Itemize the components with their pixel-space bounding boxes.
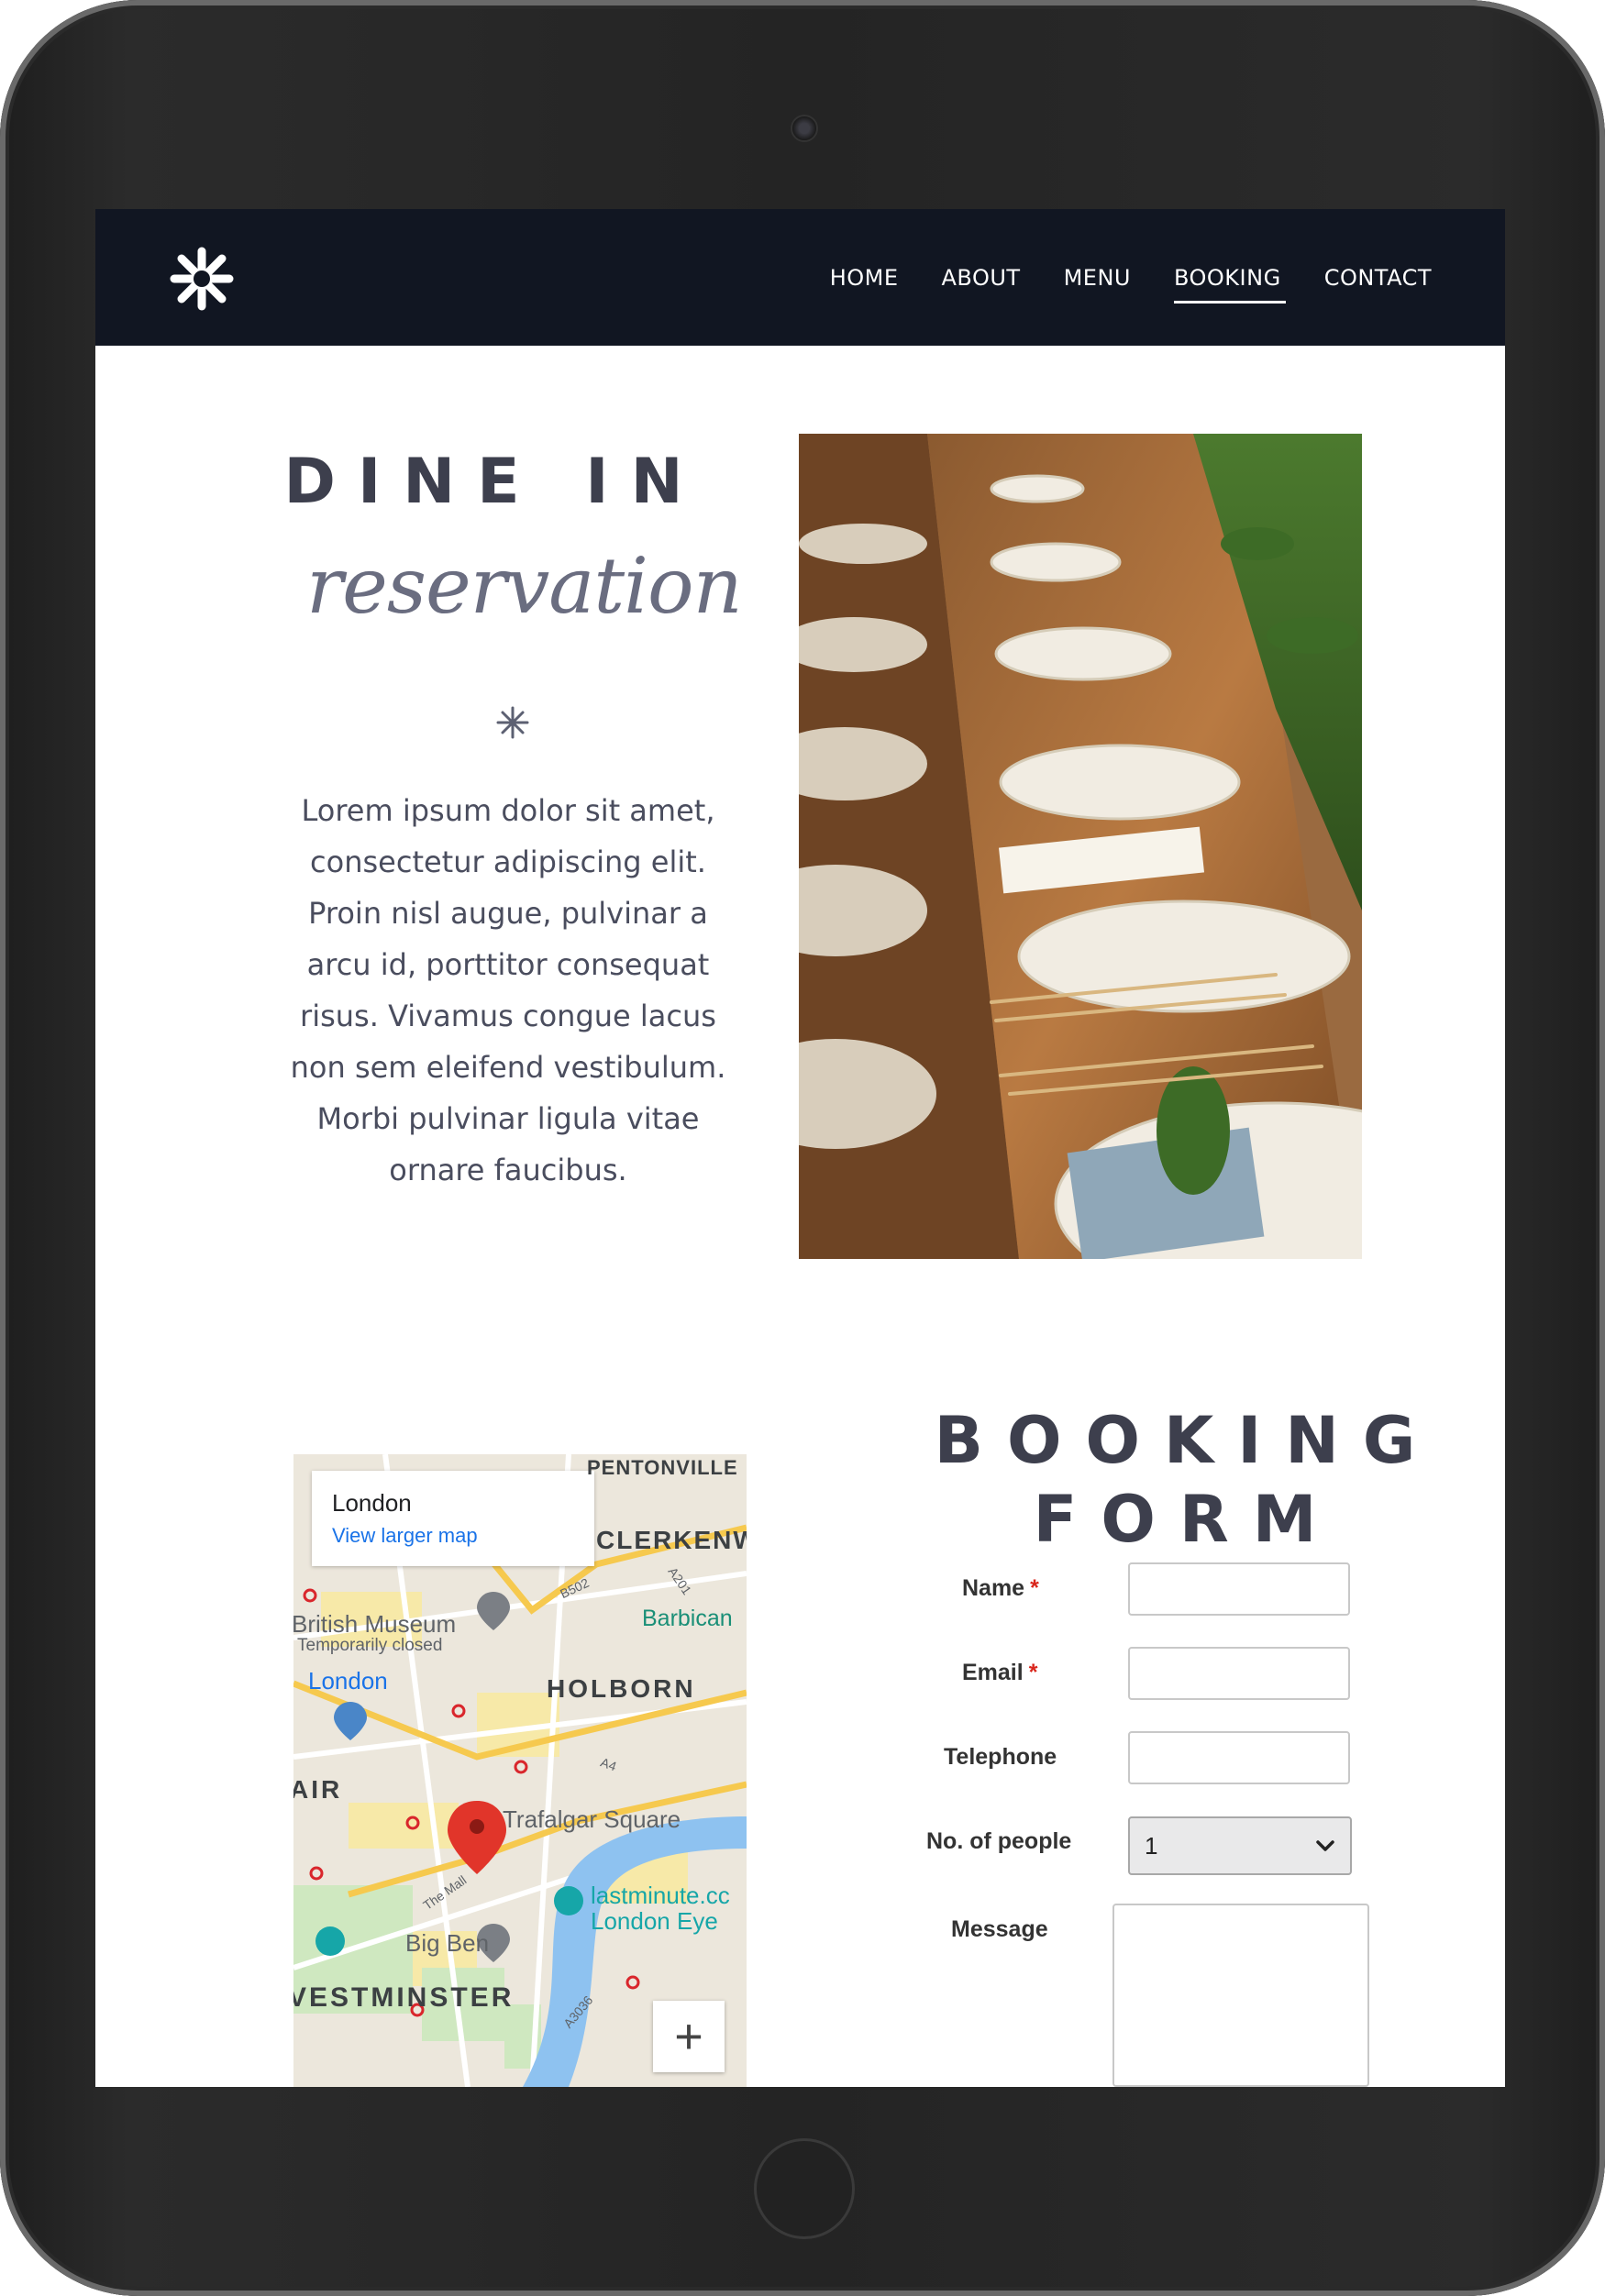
map-label-temporarily-closed: Temporarily closed (297, 1636, 443, 1655)
view-larger-map-link[interactable]: View larger map (332, 1524, 478, 1548)
map-label-london-eye: London Eye (591, 1907, 718, 1935)
home-button[interactable] (754, 2138, 855, 2239)
map-label-mayfair: AIR (293, 1775, 343, 1804)
chevron-down-icon (1316, 1840, 1334, 1851)
email-field[interactable] (1128, 1647, 1350, 1700)
people-select-value: 1 (1145, 1831, 1158, 1860)
screen: HOME ABOUT MENU BOOKING CONTACT DINE IN … (95, 209, 1505, 2087)
map-label-trafalgar-square: Trafalgar Square (503, 1805, 681, 1833)
site-header: HOME ABOUT MENU BOOKING CONTACT (95, 209, 1505, 346)
email-required-mark: * (1028, 1660, 1038, 1685)
reservation-subtitle: reservation (306, 541, 743, 631)
map-label-holborn: HOLBORN (547, 1674, 696, 1703)
map-label-clerkenwell: CLERKENW (596, 1526, 747, 1554)
intro-paragraph: Lorem ipsum dolor sit amet, consectetur … (290, 793, 726, 1187)
name-label: Name * (962, 1575, 1039, 1602)
name-label-text: Name (962, 1575, 1025, 1601)
nav-menu[interactable]: MENU (1064, 259, 1131, 296)
dining-table-photo (799, 434, 1362, 1259)
message-label: Message (951, 1916, 1048, 1942)
booking-title-line1: BOOKING (934, 1403, 1440, 1478)
booking-title-line2: FORM (1033, 1482, 1341, 1557)
telephone-label: Telephone (944, 1744, 1057, 1770)
map-zoom-in-button[interactable]: + (653, 2001, 725, 2072)
map-label-pentonville: PENTONVILLE (587, 1456, 738, 1479)
email-label-text: Email (962, 1660, 1024, 1685)
map-label-british-museum: British Museum (293, 1610, 457, 1638)
map-label-london: London (308, 1667, 388, 1694)
location-map[interactable]: London View larger map PENTONVILLE CLERK… (293, 1454, 747, 2087)
nav-about[interactable]: ABOUT (942, 259, 1021, 296)
map-city-name: London (332, 1489, 412, 1517)
map-label-barbican: Barbican (642, 1606, 733, 1631)
dine-in-title: DINE IN (283, 446, 705, 518)
name-field[interactable] (1128, 1562, 1350, 1616)
map-info-card: London View larger map (312, 1471, 594, 1566)
map-label-lastminute: lastminute.cc (591, 1882, 730, 1909)
message-field[interactable] (1112, 1904, 1369, 2087)
booking-form-title: BOOKING FORM (893, 1401, 1480, 1559)
telephone-field[interactable] (1128, 1731, 1350, 1784)
nav-booking[interactable]: BOOKING (1173, 259, 1286, 304)
email-label: Email * (962, 1660, 1037, 1686)
camera-icon (791, 115, 818, 142)
nav-contact[interactable]: CONTACT (1324, 259, 1432, 296)
map-label-big-ben: Big Ben (405, 1929, 490, 1957)
people-label: No. of people (926, 1828, 1072, 1854)
asterisk-logo-icon[interactable] (169, 246, 235, 312)
asterisk-divider-icon (496, 706, 529, 739)
name-required-mark: * (1030, 1575, 1039, 1601)
people-select[interactable]: 1 (1128, 1816, 1352, 1875)
map-label-westminster: VESTMINSTER (293, 1982, 515, 2013)
nav-home[interactable]: HOME (830, 259, 899, 296)
tablet-frame: HOME ABOUT MENU BOOKING CONTACT DINE IN … (0, 0, 1605, 2296)
main-nav: HOME ABOUT MENU BOOKING CONTACT (830, 209, 1432, 346)
